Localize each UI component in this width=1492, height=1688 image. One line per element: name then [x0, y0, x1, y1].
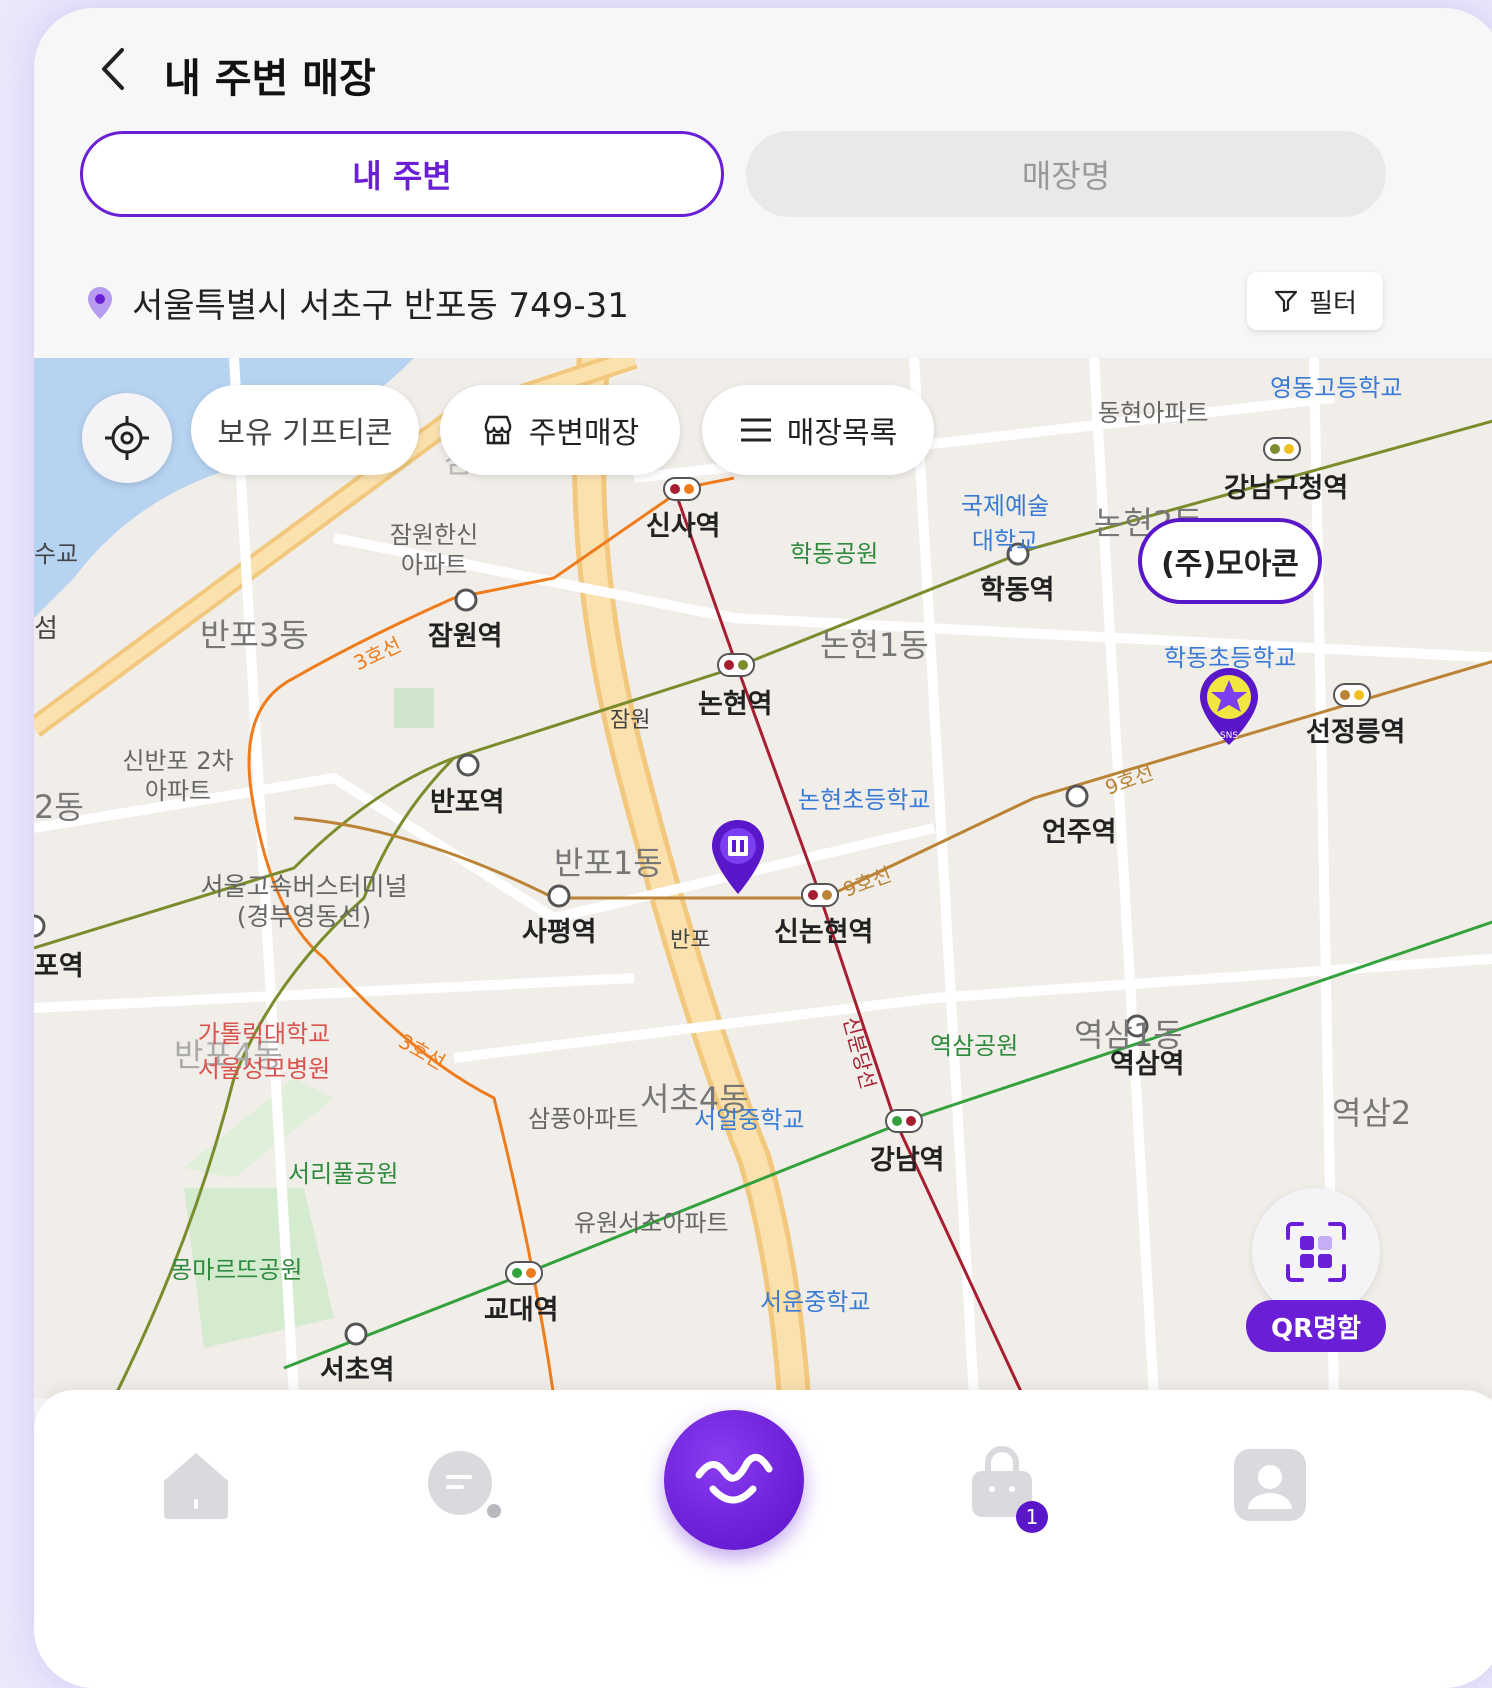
profile-icon[interactable]	[1230, 1445, 1310, 1525]
gifticon-chip[interactable]: 보유 기프티콘	[191, 385, 419, 475]
station-label: 강남구청역	[1224, 473, 1349, 504]
cart-badge: 1	[1016, 1501, 1048, 1533]
location-pin-icon	[88, 286, 112, 319]
place-label: 수교	[34, 540, 79, 568]
school-label: 서일중학교	[694, 1106, 805, 1134]
district-label: 반포3동	[200, 616, 309, 654]
filter-button[interactable]: 필터	[1247, 272, 1383, 330]
district-label: 역삼1동	[1074, 1016, 1183, 1054]
store-list-chip[interactable]: 매장목록	[702, 385, 934, 475]
store-icon	[484, 415, 511, 445]
store-callout[interactable]: (주)모아콘	[1138, 518, 1322, 604]
chevron-left-icon[interactable]	[94, 44, 134, 94]
moacon-home-button[interactable]	[664, 1410, 804, 1550]
poi-label: 유원서초아파트	[574, 1209, 729, 1237]
park-label: 몽마르뜨공원	[170, 1256, 303, 1284]
store-marker[interactable]	[708, 818, 768, 898]
hospital-label: 가톨릭대학교 서울성모병원	[197, 1020, 331, 1083]
bottom-nav: 1	[34, 1390, 1492, 1688]
chip-label: 보유 기프티콘	[217, 416, 393, 451]
interchange-label: 반포	[670, 928, 711, 953]
place-label: 섬	[34, 614, 58, 644]
poi-label: 삼풍아파트	[528, 1105, 639, 1133]
station-label: 신사역	[646, 511, 721, 542]
district-label: 논현1동	[820, 626, 929, 664]
chip-label: 매장목록	[786, 416, 898, 451]
school-label: 서운중학교	[760, 1288, 871, 1316]
station-label: 교대역	[484, 1295, 559, 1326]
station-label: 신논현역	[774, 917, 874, 948]
tab-store-name[interactable]: 매장명	[746, 131, 1386, 217]
station-label: 선정릉역	[1306, 717, 1406, 748]
qr-card-label: QR명함	[1246, 1300, 1386, 1352]
shopping-bag-button[interactable]: 1	[962, 1445, 1048, 1533]
app-screen: 내 주변 매장 내 주변 매장명 서울특별시 서초구 반포동 749-31 필터	[34, 8, 1492, 1688]
station-label: 잠원역	[428, 621, 503, 652]
station-label: 논현역	[698, 689, 773, 720]
page-title: 내 주변 매장	[164, 56, 376, 102]
qr-card-button[interactable]: QR명함	[1246, 1188, 1386, 1368]
park-label: 학동공원	[790, 540, 879, 568]
station-label: 강남역	[870, 1145, 945, 1176]
poi-label: 신반포 2차아파트	[122, 747, 234, 805]
school-label: 논현초등학교	[798, 786, 931, 814]
station-label: 사평역	[522, 917, 597, 948]
district-label: 반포1동	[554, 844, 663, 882]
district-label: 역삼2	[1332, 1094, 1412, 1132]
park-label: 역삼공원	[930, 1032, 1019, 1060]
marker-sns-label: SNS	[1220, 731, 1238, 741]
qr-grid-icon	[1286, 1222, 1346, 1282]
header: 내 주변 매장	[34, 8, 1492, 102]
interchange-label: 잠원	[610, 708, 651, 733]
store-marker-selected[interactable]: SNS	[1196, 666, 1262, 748]
district-label: 2동	[34, 788, 84, 826]
school-label: 영동고등학교	[1270, 374, 1403, 402]
station-label: 포역	[34, 951, 84, 982]
nearby-stores-chip[interactable]: 주변매장	[440, 385, 680, 475]
chat-icon[interactable]	[424, 1445, 504, 1525]
chip-label: 주변매장	[528, 416, 640, 451]
location-address: 서울특별시 서초구 반포동 749-31	[132, 286, 629, 326]
station-label: 반포역	[430, 787, 505, 818]
station-label: 학동역	[980, 575, 1055, 606]
school-label: 국제예술 대학교	[960, 492, 1050, 555]
filter-label: 필터	[1309, 288, 1357, 319]
filter-icon	[1274, 290, 1298, 313]
home-icon[interactable]	[156, 1445, 236, 1525]
current-location-button[interactable]	[82, 393, 172, 483]
poi-label: 동현아파트	[1098, 399, 1209, 427]
crosshair-icon	[105, 416, 149, 460]
park-label: 서리풀공원	[288, 1160, 399, 1188]
qr-circle	[1252, 1188, 1380, 1316]
poi-label: 서울고속버스터미널 (경부영동선)	[200, 872, 408, 931]
station-label: 서초역	[320, 1355, 395, 1386]
moacon-logo-icon	[695, 1453, 773, 1504]
tab-nearby[interactable]: 내 주변	[80, 131, 724, 217]
poi-label: 잠원한신 아파트	[389, 521, 479, 579]
station-label: 언주역	[1042, 817, 1117, 848]
list-icon	[740, 418, 771, 442]
current-location: 서울특별시 서초구 반포동 749-31	[86, 278, 629, 327]
